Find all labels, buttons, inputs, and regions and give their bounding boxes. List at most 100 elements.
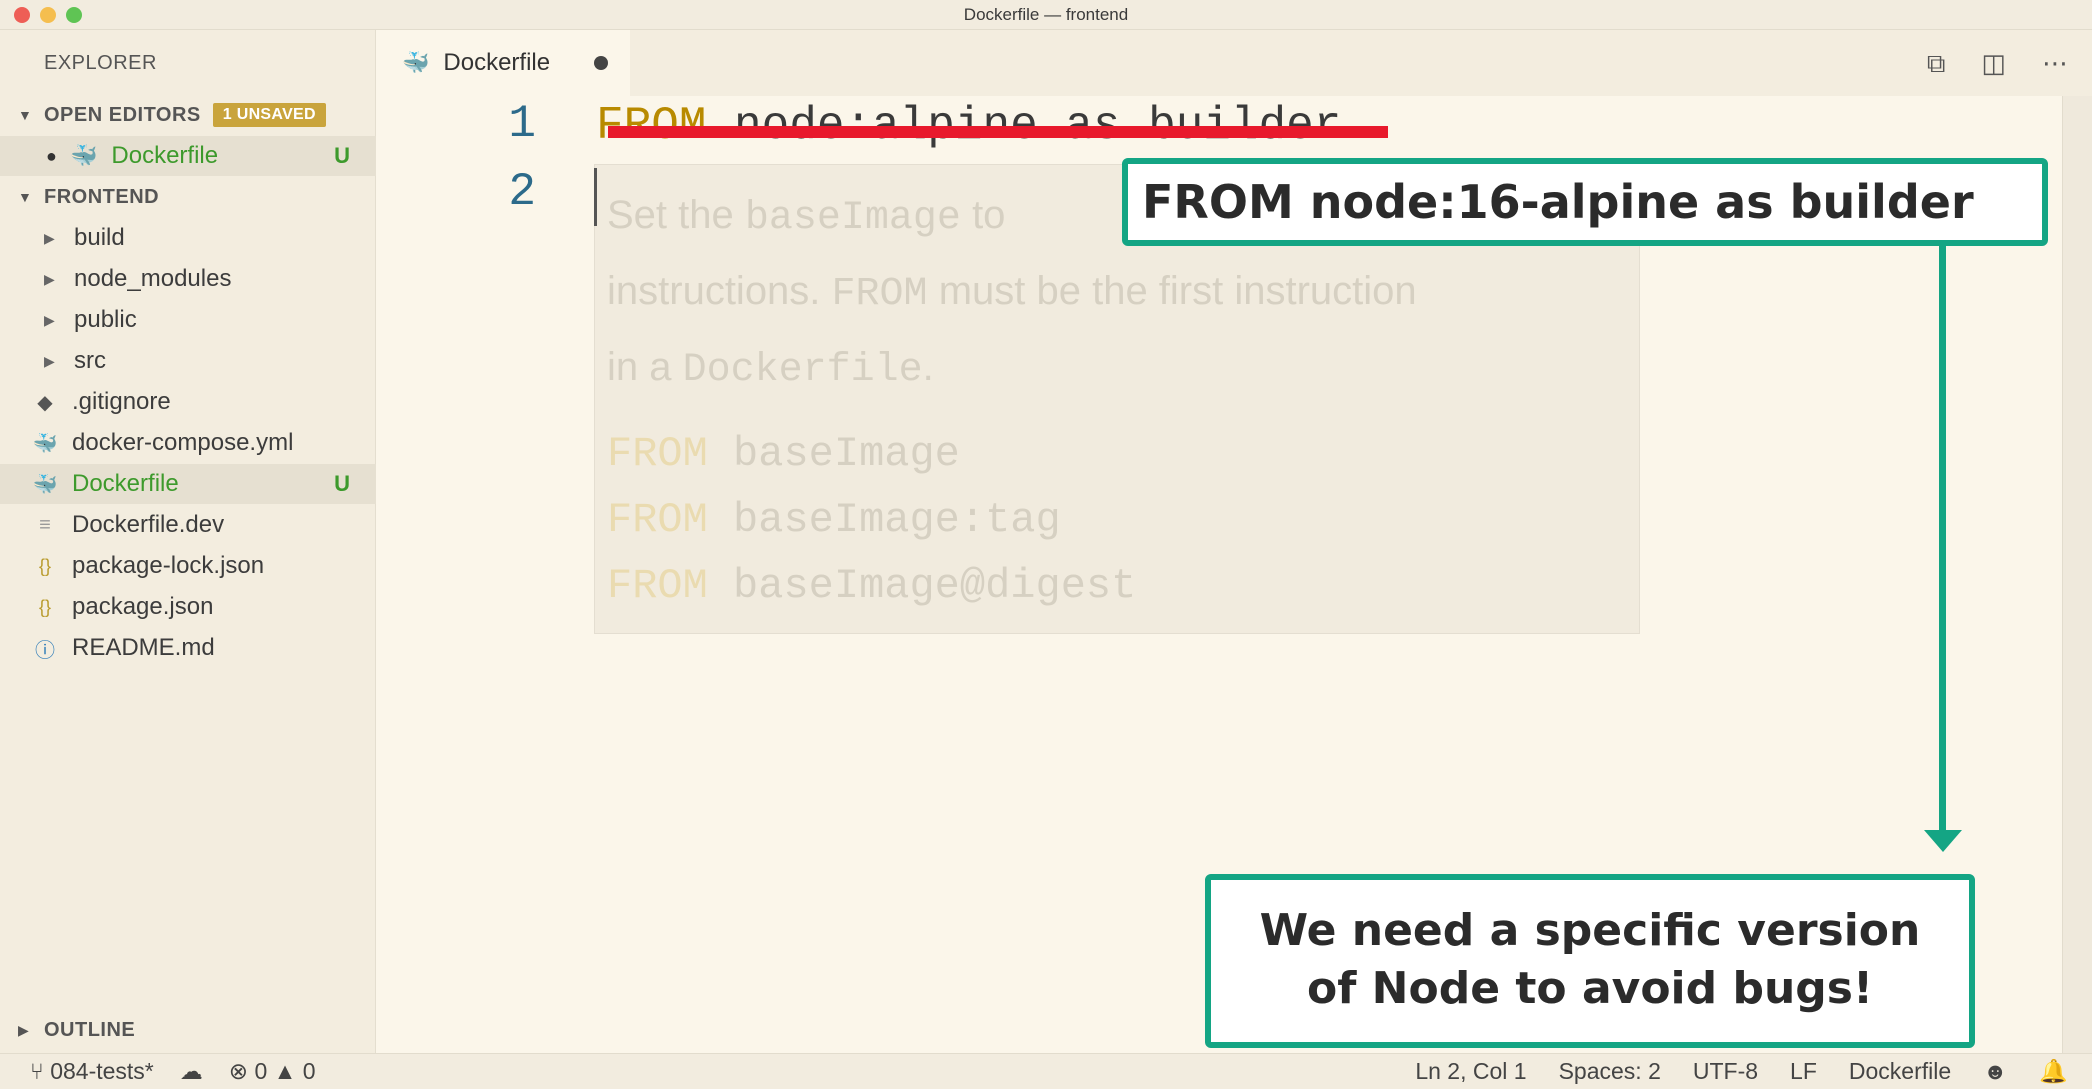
- file-label: docker-compose.yml: [72, 429, 294, 456]
- open-editor-item-dockerfile[interactable]: ● 🐳 Dockerfile U: [0, 136, 376, 176]
- annotation-arrow-line: [1939, 246, 1946, 836]
- file-item-dockerfile-dev[interactable]: ≡ Dockerfile.dev: [0, 505, 376, 545]
- folder-item-node-modules[interactable]: ▶ node_modules: [0, 259, 376, 299]
- project-label: FRONTEND: [44, 185, 160, 208]
- unsaved-badge: 1 UNSAVED: [212, 103, 326, 127]
- cursor-position[interactable]: Ln 2, Col 1: [1415, 1058, 1526, 1085]
- git-branch-item[interactable]: ⑂ 084-tests*: [30, 1058, 154, 1085]
- strike-through-mark: [608, 126, 1388, 138]
- explorer-title: EXPLORER: [44, 52, 157, 74]
- editor-toolbar: ⧉ ◫ ⋯: [1927, 48, 2068, 80]
- unsaved-dot-icon[interactable]: [594, 56, 608, 70]
- hover-text: in a: [607, 345, 672, 389]
- file-label: README.md: [72, 634, 215, 661]
- warning-count: 0: [302, 1058, 316, 1084]
- feedback-smiley-icon[interactable]: ☻: [1983, 1058, 2007, 1085]
- chevron-right-icon: ▶: [44, 229, 55, 246]
- text-cursor: [594, 168, 597, 226]
- folder-item-build[interactable]: ▶ build: [0, 218, 376, 258]
- file-label: package-lock.json: [72, 552, 265, 579]
- problems-item[interactable]: ⊗ 0 ▲ 0: [229, 1058, 316, 1085]
- window-controls: [14, 7, 82, 23]
- unsaved-dot-icon: ●: [46, 145, 57, 166]
- git-status-untracked: U: [334, 143, 350, 168]
- example-keyword: FROM: [607, 496, 708, 544]
- folder-item-public[interactable]: ▶ public: [0, 300, 376, 340]
- folder-label: node_modules: [74, 265, 232, 292]
- tab-dockerfile[interactable]: 🐳 Dockerfile: [376, 30, 630, 96]
- branch-name: 084-tests*: [50, 1058, 154, 1084]
- folder-item-src[interactable]: ▶ src: [0, 341, 376, 381]
- chevron-right-icon: ▶: [44, 270, 55, 287]
- file-label: Dockerfile.dev: [72, 511, 225, 538]
- chevron-right-icon: ▶: [44, 311, 55, 328]
- docker-icon: 🐳: [32, 432, 58, 455]
- file-item-package-json[interactable]: {} package.json: [0, 587, 376, 627]
- chevron-right-icon: ▶: [18, 1021, 30, 1038]
- note-line: We need a specific version: [1259, 905, 1921, 956]
- hover-code: FROM: [831, 272, 928, 317]
- file-item-gitignore[interactable]: ◆ .gitignore: [0, 382, 376, 422]
- error-count: 0: [254, 1058, 268, 1084]
- hover-text: .: [922, 345, 934, 389]
- editor-scrollbar[interactable]: [2062, 96, 2092, 1053]
- minimize-window-button[interactable]: [40, 7, 56, 23]
- git-branch-icon: ⑂: [30, 1058, 44, 1084]
- example-arg: baseImage:tag: [733, 496, 1061, 544]
- example-arg: baseImage@digest: [733, 562, 1137, 610]
- outline-header[interactable]: ▶ OUTLINE: [0, 1010, 376, 1050]
- more-actions-icon[interactable]: ⋯: [2042, 48, 2068, 80]
- open-preview-icon[interactable]: ⧉: [1927, 48, 1946, 80]
- json-braces-icon: {}: [38, 596, 52, 617]
- hover-example: FROM baseImage: [607, 421, 1627, 487]
- cloud-upload-icon[interactable]: ☁: [180, 1058, 203, 1085]
- folder-label: src: [74, 347, 106, 374]
- split-editor-icon[interactable]: ◫: [1981, 48, 2006, 80]
- docker-icon: 🐳: [70, 143, 98, 168]
- tab-label: Dockerfile: [443, 49, 551, 76]
- explorer-sidebar: EXPLORER ▼ OPEN EDITORS 1 UNSAVED ● 🐳 Do…: [0, 30, 376, 1053]
- replacement-callout: FROM node:16-alpine as builder: [1122, 158, 2048, 246]
- chevron-down-icon: ▼: [18, 189, 33, 205]
- git-icon: ◆: [37, 391, 53, 414]
- file-item-readme[interactable]: ⓘ README.md: [0, 628, 376, 668]
- file-item-package-lock[interactable]: {} package-lock.json: [0, 546, 376, 586]
- open-editors-header[interactable]: ▼ OPEN EDITORS 1 UNSAVED: [0, 95, 376, 135]
- git-status-untracked: U: [334, 471, 350, 496]
- notifications-bell-icon[interactable]: 🔔: [2039, 1058, 2068, 1085]
- line-ending[interactable]: LF: [1790, 1058, 1817, 1085]
- hover-text: must be the first instruction: [938, 269, 1417, 313]
- language-mode[interactable]: Dockerfile: [1849, 1058, 1951, 1085]
- example-keyword: FROM: [607, 430, 708, 478]
- indentation[interactable]: Spaces: 2: [1559, 1058, 1661, 1085]
- hover-example: FROM baseImage@digest: [607, 553, 1627, 619]
- status-bar: ⑂ 084-tests* ☁ ⊗ 0 ▲ 0 Ln 2, Col 1 Space…: [0, 1053, 2092, 1089]
- hover-doc-line: in a Dockerfile.: [607, 331, 1627, 407]
- chevron-right-icon: ▶: [44, 352, 55, 369]
- docker-icon: 🐳: [402, 50, 430, 75]
- outline-label: OUTLINE: [44, 1018, 136, 1041]
- open-editors-label: OPEN EDITORS: [44, 103, 201, 126]
- maximize-window-button[interactable]: [66, 7, 82, 23]
- warning-icon: ▲: [273, 1058, 297, 1084]
- example-keyword: FROM: [607, 562, 708, 610]
- hover-code: baseImage: [744, 196, 961, 241]
- open-editor-label: Dockerfile: [111, 142, 219, 169]
- error-icon: ⊗: [228, 1058, 249, 1084]
- hover-doc-line: instructions. FROM must be the first ins…: [607, 255, 1627, 331]
- close-window-button[interactable]: [14, 7, 30, 23]
- chevron-down-icon: ▼: [18, 107, 33, 123]
- file-label: package.json: [72, 593, 214, 620]
- json-braces-icon: {}: [38, 555, 52, 576]
- file-item-dockerfile[interactable]: 🐳 Dockerfile U: [0, 464, 376, 504]
- line-number: 2: [508, 166, 536, 218]
- title-bar: Dockerfile — frontend: [0, 0, 2092, 30]
- hover-code: Dockerfile: [682, 348, 923, 393]
- file-lines-icon: ≡: [39, 513, 51, 536]
- file-item-docker-compose[interactable]: 🐳 docker-compose.yml: [0, 423, 376, 463]
- example-arg: baseImage: [733, 430, 960, 478]
- file-label: Dockerfile: [72, 470, 179, 497]
- folder-label: public: [74, 306, 137, 333]
- encoding[interactable]: UTF-8: [1693, 1058, 1758, 1085]
- frontend-folder-header[interactable]: ▼ FRONTEND: [0, 177, 376, 217]
